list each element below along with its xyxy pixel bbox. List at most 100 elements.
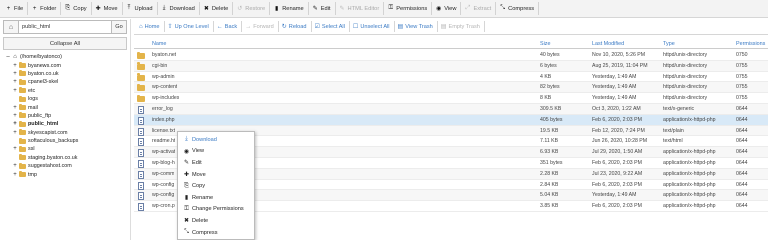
tree-item[interactable]: + public_html: [5, 120, 129, 128]
tree-item[interactable]: + skyescapist.com: [5, 129, 129, 137]
tree-item[interactable]: softaculous_backups: [5, 137, 129, 145]
eye-icon: ◉: [436, 6, 442, 12]
toolbar-restore-button[interactable]: ↺ Restore: [233, 2, 271, 15]
context-menu-copy[interactable]: ⎘ Copy: [178, 180, 254, 192]
eye-icon: ◉: [183, 148, 190, 155]
move-icon: ✚: [95, 6, 101, 12]
select-all-icon: ☑: [314, 24, 320, 30]
column-header-permissions[interactable]: Permissions: [736, 41, 765, 47]
file-type: application/x-httpd-php: [663, 203, 716, 210]
tree-item[interactable]: + byaton.co.uk: [5, 70, 129, 78]
toolbar-move-button[interactable]: ✚ Move: [92, 2, 123, 15]
file-modified: Jun 26, 2020, 10:28 PM: [592, 138, 648, 145]
tree-item[interactable]: + tmp: [5, 170, 129, 178]
tree-item[interactable]: + etc: [5, 87, 129, 95]
collapse-icon[interactable]: –: [5, 54, 11, 60]
forward-button[interactable]: → Forward: [242, 21, 279, 32]
context-menu-download[interactable]: ⤓ Download: [178, 134, 254, 146]
expand-icon[interactable]: +: [12, 146, 18, 152]
toolbar-permissions-button[interactable]: ⚿ Permissions: [384, 2, 433, 15]
table-row[interactable]: wp-admin 4 KB Yesterday, 1:49 AM httpd/unix…: [134, 72, 768, 83]
action-label: Home: [144, 23, 160, 30]
back-button[interactable]: ← Back: [214, 21, 243, 32]
context-menu-rename[interactable]: ▮ Rename: [178, 192, 254, 204]
tree-item[interactable]: – ⌂ (/home/byatonco): [5, 53, 129, 61]
file-permissions: 0755: [736, 84, 748, 91]
home-icon[interactable]: ⌂: [3, 20, 19, 34]
unselect-all-button[interactable]: ☐ Unselect All: [350, 21, 395, 32]
file-icon: [138, 116, 144, 125]
expand-icon[interactable]: +: [12, 121, 18, 127]
file-permissions: 0644: [736, 203, 748, 210]
toolbar-delete-button[interactable]: ✖ Delete: [200, 2, 234, 15]
expand-icon[interactable]: +: [12, 105, 18, 111]
toolbar-view-button[interactable]: ◉ View: [432, 2, 462, 15]
tree-item[interactable]: + suggestahost.com: [5, 162, 129, 170]
tree-item[interactable]: staging.byaton.co.uk: [5, 154, 129, 162]
column-header-modified[interactable]: Last Modified: [592, 41, 624, 47]
table-row[interactable]: byaton.net 40 bytes Nov 10, 2020, 5:26 PM h…: [134, 50, 768, 61]
toolbar-download-button[interactable]: ⤓ Download: [158, 2, 200, 15]
context-menu-change-permissions[interactable]: ⚿ Change Permissions: [178, 204, 254, 216]
table-row[interactable]: cgi-bin 6 bytes Aug 25, 2019, 11:04 PM http…: [134, 60, 768, 72]
toolbar-rename-button[interactable]: ▮ Rename: [270, 2, 309, 15]
context-menu-label: Download: [192, 136, 217, 143]
up-one-level-button[interactable]: ⇧ Up One Level: [165, 21, 214, 32]
expand-icon[interactable]: +: [12, 163, 18, 169]
tree-item[interactable]: + cpanel3-skel: [5, 78, 129, 86]
folder-icon: [19, 120, 26, 127]
expand-icon[interactable]: +: [12, 172, 18, 178]
select-all-button[interactable]: ☑ Select All: [312, 21, 350, 32]
tree-item[interactable]: + ssl: [5, 145, 129, 153]
file-permissions: 0644: [736, 170, 748, 177]
toolbar-copy-button[interactable]: ⎘ Copy: [61, 2, 92, 15]
empty-trash-button[interactable]: ▤ Empty Trash: [438, 21, 485, 32]
context-menu-delete[interactable]: ✖ Delete: [178, 215, 254, 227]
toolbar-html-editor-button[interactable]: ✎ HTML Editor: [336, 2, 385, 15]
file-icon: [138, 203, 144, 212]
context-menu-view[interactable]: ◉ View: [178, 146, 254, 158]
column-header-size[interactable]: Size: [540, 41, 551, 47]
tree-item[interactable]: + mail: [5, 103, 129, 111]
table-row[interactable]: error_log 309.5 KB Oct 3, 2020, 1:22 AM tex…: [134, 103, 768, 115]
toolbar-folder-button[interactable]: + Folder: [28, 2, 62, 15]
toolbar-upload-button[interactable]: ⤒ Upload: [123, 2, 158, 15]
toolbar-extract-button[interactable]: ⤢ Extract: [461, 2, 497, 15]
expand-icon[interactable]: +: [12, 63, 18, 69]
directory-tree: – ⌂ (/home/byatonco) + byanews.com + byaton.co…: [5, 53, 129, 179]
file-name: error_log: [152, 105, 173, 112]
table-row[interactable]: wp-includes 8 KB Yesterday, 1:49 AM httpd/u…: [134, 93, 768, 104]
view-trash-button[interactable]: ▤ View Trash: [395, 21, 438, 32]
toolbar-compress-button[interactable]: ⤡ Compress: [496, 2, 540, 15]
key-icon: ⚿: [388, 5, 394, 11]
file-name: wp-includes: [152, 95, 180, 102]
tree-item-label: skyescapist.com: [28, 129, 68, 136]
expand-icon[interactable]: +: [12, 113, 18, 119]
expand-icon[interactable]: +: [12, 71, 18, 77]
column-header-type[interactable]: Type: [663, 41, 675, 47]
collapse-all-button[interactable]: Collapse All: [3, 37, 127, 50]
file-permissions: 0644: [736, 138, 748, 145]
tree-item[interactable]: + public_ftp: [5, 112, 129, 120]
context-menu-compress[interactable]: ⤡ Compress: [178, 227, 254, 239]
expand-icon[interactable]: +: [12, 130, 18, 136]
file-modified: Yesterday, 1:49 AM: [592, 192, 637, 199]
go-button[interactable]: Go: [112, 20, 127, 34]
column-header-name[interactable]: Name: [152, 41, 166, 47]
path-input[interactable]: [19, 20, 112, 34]
reload-button[interactable]: ↻ Reload: [279, 21, 312, 32]
expand-icon[interactable]: +: [12, 88, 18, 94]
context-menu-move[interactable]: ✚ Move: [178, 169, 254, 181]
tree-item-label: public_ftp: [28, 112, 52, 119]
tree-item[interactable]: + byanews.com: [5, 61, 129, 69]
table-row[interactable]: wp-content 82 bytes Yesterday, 1:49 AM http…: [134, 82, 768, 94]
folder-icon: [137, 51, 145, 59]
expand-icon[interactable]: +: [12, 79, 18, 85]
tree-item[interactable]: logs: [5, 95, 129, 103]
context-menu-edit[interactable]: ✎ Edit: [178, 157, 254, 169]
home-button[interactable]: ⌂ Home: [136, 21, 165, 32]
toolbar-file-button[interactable]: + File: [2, 2, 29, 15]
file-name: license.txt: [152, 127, 176, 134]
table-row[interactable]: index.php 405 bytes Feb 6, 2020, 2:03 PM ap…: [134, 114, 768, 126]
toolbar-edit-button[interactable]: ✎ Edit: [309, 2, 336, 15]
